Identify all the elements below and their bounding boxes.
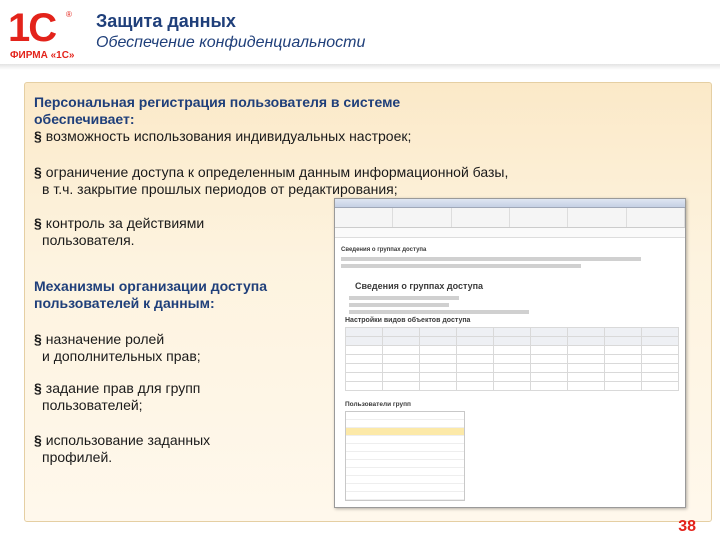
list-item: [346, 460, 464, 468]
screenshot-groups-heading: Сведения о группах доступа: [355, 281, 484, 291]
slide-title: Защита данных: [96, 11, 236, 31]
registered-mark: ®: [66, 10, 72, 19]
intro-heading-line1: Персональная регистрация пользователя в …: [34, 94, 401, 110]
bullet-group-rights: задание прав для групп: [34, 380, 201, 397]
screenshot-toolbar-item: [510, 208, 569, 227]
intro-heading-line2: обеспечивает:: [34, 111, 135, 127]
screenshot-groups-heading-small: Сведения о группах доступа: [341, 247, 427, 253]
mechanisms-heading-line1: Механизмы организации доступа: [34, 278, 268, 294]
screenshot-text-line: [349, 310, 529, 314]
bullet-profiles: использование заданных: [34, 432, 210, 449]
screenshot-command-bar: [335, 228, 685, 238]
list-item: [346, 476, 464, 484]
bullet-settings: возможность использования индивидуальных…: [34, 128, 412, 145]
list-item: [346, 468, 464, 476]
app-screenshot: Сведения о группах доступа Сведения о гр…: [334, 198, 686, 508]
bullet-roles: назначение ролей: [34, 331, 164, 348]
bullet-restriction: ограничение доступа к определенным данны…: [34, 164, 509, 181]
slide-subtitle: Обеспечение конфиденциальности: [96, 34, 366, 51]
screenshot-table: [345, 327, 679, 391]
screenshot-toolbar-item: [335, 208, 394, 227]
screenshot-toolbar-item: [627, 208, 685, 227]
screenshot-toolbar-item: [393, 208, 452, 227]
header-divider: [0, 64, 720, 70]
list-item: [346, 436, 464, 444]
bullet-profiles-cont: профилей.: [42, 449, 113, 465]
page-number: 38: [678, 518, 696, 535]
company-logo: 1С ® ФИРМА «1С»: [8, 6, 76, 61]
bullet-group-rights-cont: пользователей;: [42, 397, 143, 413]
screenshot-text-line: [341, 257, 641, 261]
screenshot-users-heading: Пользователи групп: [345, 401, 411, 408]
screenshot-text-line: [349, 303, 449, 307]
mechanisms-heading-line2: пользователей к данным:: [34, 295, 215, 311]
bullet-roles-cont: и дополнительных прав;: [42, 348, 201, 364]
screenshot-text-line: [349, 296, 459, 300]
screenshot-settings-heading: Настройки видов объектов доступа: [345, 317, 471, 324]
logo-text: ФИРМА «1С»: [10, 50, 75, 61]
screenshot-user-list: [345, 411, 465, 501]
list-item: [346, 492, 464, 500]
list-item: [346, 484, 464, 492]
screenshot-titlebar: [335, 199, 685, 208]
bullet-control-cont: пользователя.: [42, 232, 135, 248]
logo-mark: 1С: [8, 6, 57, 50]
list-item: [346, 420, 464, 428]
list-item: [346, 452, 464, 460]
bullet-restriction-cont: в т.ч. закрытие прошлых периодов от реда…: [42, 181, 398, 197]
screenshot-toolbar-item: [452, 208, 510, 227]
list-item: [346, 444, 464, 452]
screenshot-toolbar-item: [568, 208, 627, 227]
list-item: [346, 412, 464, 420]
screenshot-text-line: [341, 264, 581, 268]
screenshot-toolbar: [335, 208, 685, 228]
list-item: [346, 428, 464, 436]
bullet-control: контроль за действиями: [34, 215, 204, 232]
